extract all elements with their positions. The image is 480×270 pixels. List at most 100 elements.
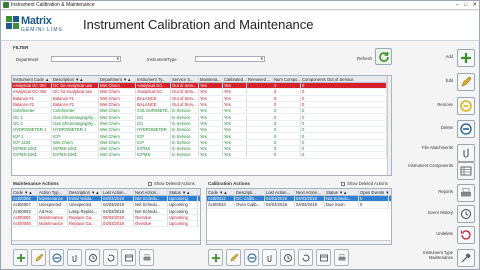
calibration-grid[interactable]: Code ▼▲ Descripti... Last Action... Next Ac… <box>206 188 392 245</box>
table-cell: Wet Chem <box>99 139 136 145</box>
column-header[interactable]: Instrument Ty... <box>136 76 171 82</box>
table-cell: Act00005 <box>12 221 38 227</box>
column-header[interactable]: Description ▼▲ <box>68 189 102 195</box>
side-action-event-history-button[interactable] <box>457 205 475 223</box>
side-action-undelete-button[interactable] <box>457 226 475 244</box>
table-cell: 04/03/2019 <box>265 202 295 208</box>
calibration-show-deleted-checkbox[interactable]: Show Deleted Actions <box>341 181 388 186</box>
side-action-remove-button[interactable] <box>457 97 475 115</box>
undelete-icon <box>302 254 309 261</box>
side-action-add-button[interactable] <box>457 49 475 67</box>
instrument-grid[interactable]: Instrument Code ▲ Description ▼▲ Departmen… <box>11 75 392 176</box>
plus-icon <box>461 53 471 63</box>
column-header[interactable]: Department ▼▲ <box>99 76 136 82</box>
table-cell: Yes <box>199 139 223 145</box>
table-cell: Act00012 <box>207 196 235 202</box>
column-header[interactable]: Descripti... <box>235 189 265 195</box>
column-header[interactable]: Components Out of Service <box>301 76 387 82</box>
table-cell: 0 <box>301 120 387 126</box>
calibration-actions-title: Calibration Actions <box>208 181 250 186</box>
column-header[interactable]: Next Action... <box>134 189 168 195</box>
minimize-icon[interactable]: – <box>456 2 459 8</box>
cal-add-button[interactable] <box>208 249 223 266</box>
chevron-down-icon: ▾ <box>116 56 119 61</box>
maintenance-grid[interactable]: Code ▼▲ Action Typ... Description ▼▲ Last A… <box>11 188 201 245</box>
column-header[interactable]: Code ▼▲ <box>207 189 235 195</box>
table-cell: Gas Chromatography... <box>52 114 99 120</box>
cal-undelete-button[interactable] <box>298 249 313 266</box>
table-row[interactable]: ICPMS-1001 ICPMS-1001 Wet Chem ICPMS In Serv… <box>12 152 391 159</box>
table-cell: Yes <box>199 102 223 108</box>
column-header[interactable]: Open Events ▼ <box>359 189 389 195</box>
table-row[interactable]: Act00013 Oven Calib... 04/03/2019 04/03/201… <box>207 202 391 209</box>
table-cell: Not Schedu... <box>134 208 168 214</box>
department-select[interactable]: ▾ <box>51 56 121 62</box>
column-header[interactable]: Instrument Code ▲ <box>12 76 52 82</box>
table-cell: 0 <box>273 127 301 133</box>
column-header[interactable]: Next Action... <box>295 189 325 195</box>
column-header[interactable]: Description ▼▲ <box>52 76 99 82</box>
side-action-delete-button[interactable] <box>457 120 475 138</box>
side-action-instrument-type-maintenance-button[interactable] <box>457 249 475 267</box>
table-cell: Balance #2 <box>52 102 99 108</box>
column-header[interactable]: Last Action... <box>265 189 295 195</box>
table-row[interactable]: Act00005 Maintenance Replace Ga... 04/03/20… <box>12 221 200 228</box>
components-icon <box>460 166 472 176</box>
maint-remove-button[interactable] <box>49 249 64 266</box>
maint-paperclip-button[interactable] <box>67 249 82 266</box>
table-cell: Yes <box>199 83 223 89</box>
side-action-edit-button[interactable] <box>457 73 475 91</box>
cal-print-button[interactable] <box>334 249 349 266</box>
table-cell: Act00006 <box>12 196 38 202</box>
tools-icon <box>461 253 471 263</box>
column-header[interactable]: Removed ... <box>247 76 273 82</box>
maximize-icon[interactable]: □ <box>464 2 467 8</box>
cal-edit-button[interactable] <box>226 249 241 266</box>
table-cell: Act00003 <box>12 208 38 214</box>
maintenance-toolbar <box>13 249 154 266</box>
maint-undelete-button[interactable] <box>103 249 118 266</box>
maintenance-grid-header: Code ▼▲ Action Typ... Description ▼▲ Last A… <box>12 189 200 196</box>
table-cell: 0 <box>359 196 389 202</box>
column-header[interactable]: Calibrated ... <box>223 76 247 82</box>
column-header[interactable]: Action Typ... <box>38 189 68 195</box>
table-cell: Upcoming <box>168 208 198 214</box>
refresh-button[interactable] <box>375 48 392 65</box>
column-header[interactable]: Service S... <box>171 76 199 82</box>
column-header[interactable]: Maintena... <box>199 76 223 82</box>
maint-add-button[interactable] <box>13 249 28 266</box>
column-header[interactable]: Status ▼▲ <box>325 189 359 195</box>
maint-events-button[interactable] <box>121 249 136 266</box>
horizontal-scrollbar[interactable] <box>12 240 200 244</box>
column-header[interactable]: Num Compo... <box>273 76 301 82</box>
instrument-type-select[interactable]: ▾ <box>195 56 265 62</box>
close-icon[interactable]: ✕ <box>472 2 477 8</box>
events-icon <box>319 254 328 261</box>
column-header[interactable]: Last Action... <box>102 189 134 195</box>
checkbox-box[interactable] <box>148 181 152 186</box>
maint-print-button[interactable] <box>139 249 154 266</box>
side-action-label: Instrument Components <box>408 163 453 168</box>
table-cell: 2 <box>273 83 301 89</box>
table-cell: 0 <box>301 83 387 89</box>
printer-icon <box>461 188 471 197</box>
maintenance-show-deleted-checkbox[interactable]: Show Deleted Actions <box>148 181 195 186</box>
vertical-scrollbar[interactable] <box>387 76 391 175</box>
checkbox-box[interactable] <box>341 181 345 186</box>
side-action-file-attachments-button[interactable] <box>457 144 475 162</box>
cal-events-button[interactable] <box>316 249 331 266</box>
cal-remove-button[interactable] <box>244 249 259 266</box>
cal-paperclip-button[interactable] <box>262 249 277 266</box>
maint-edit-button[interactable] <box>31 249 46 266</box>
column-header[interactable]: Status ▼▲ <box>168 189 198 195</box>
side-action-reports-button[interactable] <box>457 184 475 202</box>
maintenance-show-deleted-label: Show Deleted Actions <box>154 181 195 186</box>
side-action-instrument-components-button[interactable] <box>457 162 475 180</box>
table-cell: Yes <box>223 127 247 133</box>
logo-text: Matrix <box>21 15 52 27</box>
cal-history-button[interactable] <box>280 249 295 266</box>
table-cell: Not Schedu... <box>134 196 168 202</box>
maint-history-button[interactable] <box>85 249 100 266</box>
horizontal-scrollbar[interactable] <box>207 240 391 244</box>
column-header[interactable]: Code ▼▲ <box>12 189 38 195</box>
